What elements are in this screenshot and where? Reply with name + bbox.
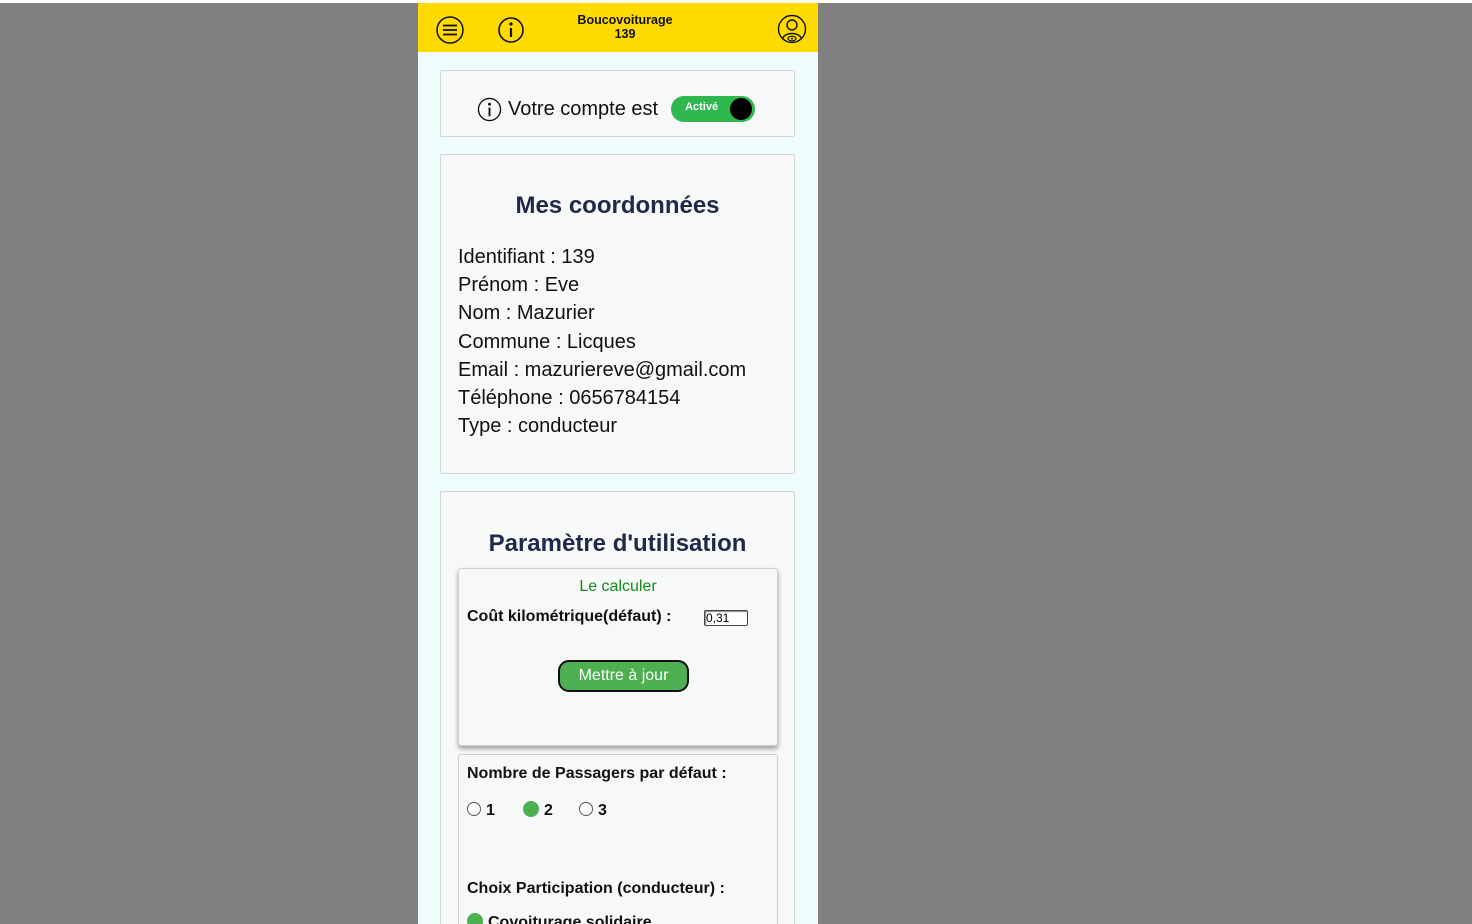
default-passengers-label: Nombre de Passagers par défaut : — [467, 765, 727, 782]
detail-identifier: Identifiant : 139 — [458, 246, 595, 268]
toggle-knob — [730, 98, 753, 120]
passengers-option-3[interactable]: 3 — [579, 798, 607, 820]
account-status-card: Votre compte est Activé — [440, 70, 795, 137]
app-viewport: Boucovoiturage 139 Votre compte est Acti… — [418, 3, 818, 924]
usage-settings-title: Paramètre d'utilisation — [488, 530, 747, 557]
app-title-user-id: 139 — [614, 27, 636, 41]
app-title: Boucovoiturage 139 — [518, 13, 732, 41]
account-status-row: Votre compte est Activé — [477, 95, 756, 123]
detail-first-name: Prénom : Eve — [458, 274, 580, 297]
cost-per-km-input[interactable] — [704, 610, 748, 626]
participation-option-solidarity[interactable]: Covoiturage solidaire — [467, 910, 652, 924]
passengers-option-2[interactable]: 2 — [523, 798, 553, 820]
detail-town: Commune : Licques — [458, 330, 636, 353]
radio-button-checked[interactable] — [467, 913, 483, 924]
hamburger-menu-icon[interactable] — [435, 15, 465, 45]
detail-phone: Téléphone : 0656784154 — [458, 387, 681, 410]
status-info-icon[interactable] — [477, 97, 502, 122]
radio-button-checked[interactable] — [523, 801, 539, 817]
user-account-icon[interactable] — [777, 14, 807, 44]
passengers-panel: Nombre de Passagers par défaut : 1 2 3 C… — [458, 754, 778, 924]
radio-label: Covoiturage solidaire — [488, 914, 652, 924]
cost-per-km-label: Coût kilométrique(défaut) : — [467, 608, 672, 625]
detail-email: Email : mazuriereve@gmail.com — [458, 358, 747, 381]
radio-label: 3 — [598, 802, 607, 819]
update-button[interactable]: Mettre à jour — [558, 660, 689, 692]
radio-button[interactable] — [579, 802, 593, 816]
app-title-name: Boucovoiturage — [577, 13, 673, 27]
account-active-toggle[interactable]: Activé — [671, 96, 756, 122]
detail-last-name: Nom : Mazurier — [458, 302, 595, 325]
detail-type: Type : conducteur — [458, 415, 617, 438]
usage-settings-card: Paramètre d'utilisation Le calculer Coût… — [440, 491, 795, 924]
my-details-list: Identifiant : 139 Prénom : Eve Nom : Maz… — [458, 243, 746, 440]
radio-label: 1 — [486, 802, 495, 819]
app-header: Boucovoiturage 139 — [418, 3, 818, 52]
cost-per-km-panel: Le calculer Coût kilométrique(défaut) : … — [458, 568, 778, 746]
account-status-label: Votre compte est — [508, 97, 659, 120]
radio-button[interactable] — [467, 802, 481, 816]
participation-choice-label: Choix Participation (conducteur) : — [467, 880, 725, 897]
passengers-option-1[interactable]: 1 — [467, 798, 495, 820]
radio-label: 2 — [544, 802, 553, 819]
calculate-link[interactable]: Le calculer — [459, 578, 777, 596]
my-details-title: Mes coordonnées — [515, 192, 720, 219]
my-details-card: Mes coordonnées Identifiant : 139 Prénom… — [440, 154, 795, 474]
toggle-label: Activé — [685, 101, 719, 113]
